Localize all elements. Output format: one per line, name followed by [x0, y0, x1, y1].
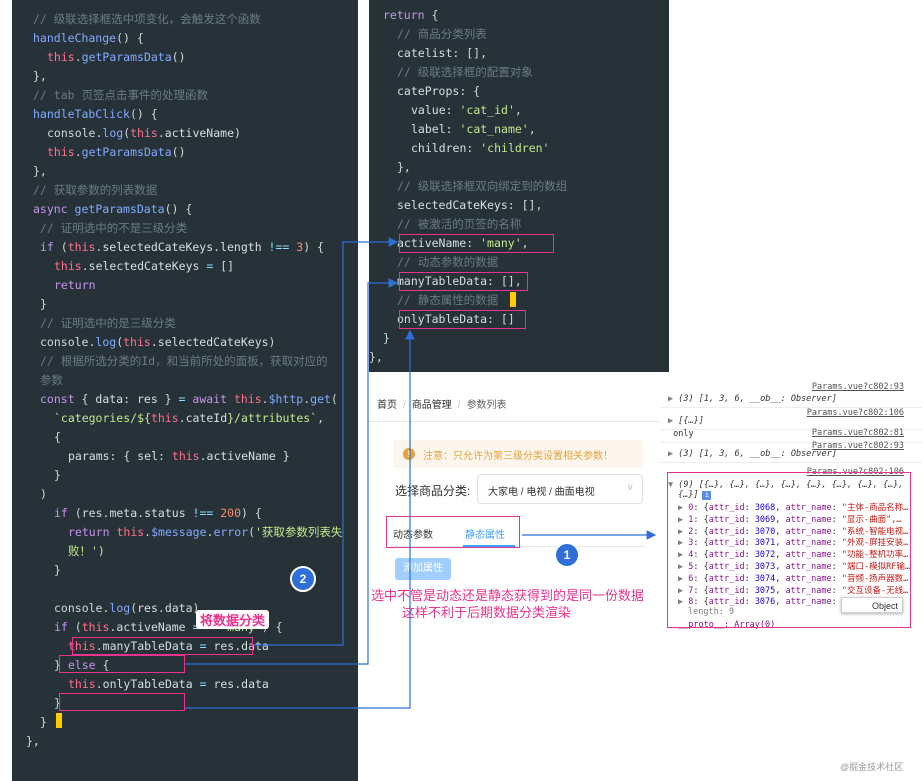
arrow-many-table: [185, 278, 399, 665]
watermark: @掘金技术社区: [840, 762, 904, 772]
arrow-active-name: [253, 237, 399, 646]
arrow-only-table: [185, 329, 415, 709]
connector-arrows: [185, 237, 657, 709]
